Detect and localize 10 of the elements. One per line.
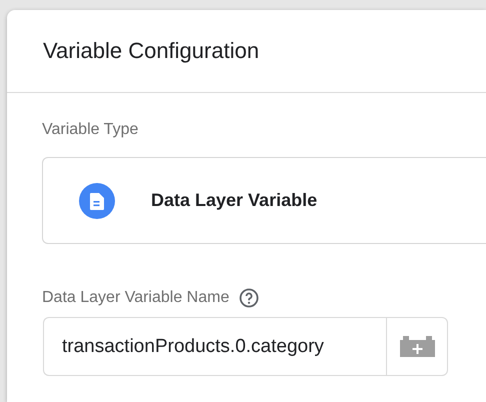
document-icon [79, 182, 115, 218]
variable-type-selector[interactable]: Data Layer Variable [42, 157, 486, 244]
brick-plus-icon [400, 336, 434, 357]
variable-name-field[interactable]: transactionProducts.0.category [43, 317, 386, 376]
variable-type-name: Data Layer Variable [151, 190, 318, 211]
panel-title: Variable Configuration [43, 38, 260, 64]
field-label: Variable Type [42, 121, 140, 139]
field-label: Data Layer Variable Name [42, 289, 230, 307]
variable-picker-button[interactable] [386, 317, 448, 376]
help-icon[interactable] [239, 288, 260, 308]
